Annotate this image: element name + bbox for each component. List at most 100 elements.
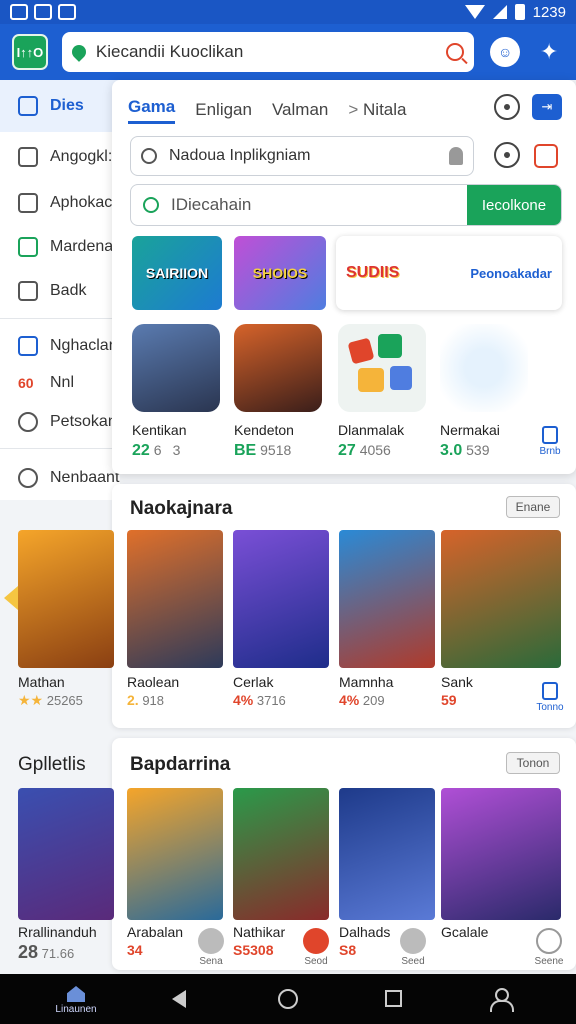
badge-count: 60: [18, 375, 34, 391]
app-logo[interactable]: I↑↑O: [12, 34, 48, 70]
chevron-right-icon: >: [348, 100, 359, 119]
game-card-image[interactable]: [127, 530, 223, 668]
game-tile-image[interactable]: [338, 324, 426, 412]
tab-nitala[interactable]: > Nitala: [348, 100, 406, 120]
block-shape: [390, 366, 412, 390]
promo-banner[interactable]: SUDIIS Peonoakadar: [336, 236, 562, 310]
game-card-image[interactable]: [18, 788, 114, 920]
panel-search-field[interactable]: IDiecahain Iecolkone: [130, 184, 562, 226]
block-shape: [378, 334, 402, 358]
search-icon[interactable]: [446, 43, 465, 61]
action-label: Sena: [199, 956, 223, 967]
section-title: Bapdarrina: [130, 754, 231, 775]
back-icon[interactable]: [172, 990, 186, 1008]
game-banner[interactable]: SHOIOS: [234, 236, 326, 310]
tab-valman[interactable]: Valman: [272, 100, 328, 120]
games-icon: [18, 237, 38, 257]
signal-icon: [492, 5, 507, 19]
app-notification-icon: [58, 4, 76, 20]
game-banner[interactable]: SAIRIION: [132, 236, 222, 310]
tab-enligan[interactable]: Enligan: [195, 100, 252, 120]
promo-logo: SUDIIS: [346, 264, 400, 281]
card-name: Gcalale: [441, 924, 489, 940]
save-action[interactable]: Tonno: [530, 682, 570, 713]
home-circle-icon[interactable]: [278, 989, 298, 1009]
apps-icon: [18, 193, 38, 213]
recents-icon[interactable]: [385, 990, 402, 1007]
game-card-image[interactable]: [339, 530, 435, 668]
promo-text: Peonoakadar: [470, 265, 552, 281]
sidebar-divider: [0, 318, 120, 319]
sidebar-item-7[interactable]: Petsokan: [18, 412, 117, 432]
download-icon[interactable]: [198, 928, 224, 954]
calendar-badge-icon[interactable]: [534, 144, 558, 168]
sidebar-item-3[interactable]: Mardena: [18, 237, 113, 257]
user-badge-icon: [449, 147, 463, 165]
help-icon: [18, 412, 38, 432]
wifi-icon: [464, 5, 485, 19]
add-icon[interactable]: [400, 928, 426, 954]
game-tile-image[interactable]: [234, 324, 322, 412]
card-meta: ★★ 25265: [18, 692, 83, 708]
home-icon: [18, 147, 38, 167]
game-card-image[interactable]: [233, 788, 329, 920]
sidebar-item-dies[interactable]: Dies: [18, 96, 84, 116]
sidebar-item-6[interactable]: 60 Nnl: [18, 374, 74, 392]
card-meta: 34: [127, 942, 143, 958]
options-icon[interactable]: [494, 94, 520, 120]
nav-home[interactable]: Linaunen: [46, 980, 106, 1015]
card-meta: S5308: [233, 942, 274, 958]
game-card-image[interactable]: [339, 788, 435, 920]
game-tile-image[interactable]: [132, 324, 220, 412]
card-meta: 28 71.66: [18, 942, 75, 962]
game-card-image[interactable]: [441, 788, 561, 920]
block-shape: [347, 337, 375, 365]
share-icon[interactable]: ⇥: [532, 94, 562, 120]
tile-name: Nermakai: [440, 422, 500, 438]
search-query[interactable]: Kiecandii Kuoclikan: [96, 42, 446, 62]
game-card-image[interactable]: [127, 788, 223, 920]
sidebar-item-2[interactable]: Aphokac: [18, 193, 112, 213]
status-bar: 1239: [0, 0, 576, 24]
clock: 1239: [532, 3, 566, 21]
save-action[interactable]: Brnb: [530, 426, 570, 457]
game-tile-image[interactable]: [440, 324, 528, 412]
info-icon: [18, 468, 38, 488]
sidebar-item-1[interactable]: Angogkl:: [18, 147, 112, 167]
see-more-button[interactable]: Tonon: [506, 752, 560, 774]
battery-icon: [514, 4, 525, 20]
game-card-image[interactable]: [233, 530, 329, 668]
notifications-icon[interactable]: ✦: [534, 37, 564, 67]
card-name: Mathan: [18, 674, 65, 690]
scroll-left-arrow-icon[interactable]: [4, 586, 18, 610]
card-meta: 59: [441, 692, 457, 708]
action-label: Seed: [401, 956, 425, 967]
card-name: Cerlak: [233, 674, 274, 690]
sidebar-item-4[interactable]: Badk: [18, 281, 86, 301]
tile-meta: 27 4056: [338, 442, 391, 459]
target-icon[interactable]: [494, 142, 520, 168]
tab-bar: Gama Enligan Valman > Nitala: [128, 90, 407, 130]
card-name: Nathikar: [233, 924, 286, 940]
tab-gama[interactable]: Gama: [128, 97, 176, 124]
account-field[interactable]: Nadoua Inplikgniam: [130, 136, 474, 176]
left-sidebar: Dies Angogkl: Aphokac Mardena Badk Nghac…: [0, 80, 127, 500]
bookmark-icon: [542, 426, 558, 444]
app-bar: I↑↑O Kiecandii Kuoclikan ☺ ✦: [0, 24, 576, 80]
app-notification-icon: [10, 4, 28, 20]
chat-icon[interactable]: ☺: [490, 37, 521, 67]
profile-icon[interactable]: [490, 988, 514, 1012]
search-submit-button[interactable]: Iecolkone: [467, 185, 561, 225]
game-card-image[interactable]: [441, 530, 561, 668]
game-card-image[interactable]: [18, 530, 114, 668]
sidebar-item-5[interactable]: Nghaclanp: [18, 336, 127, 356]
search-bar[interactable]: Kiecandii Kuoclikan: [61, 32, 475, 72]
more-icon[interactable]: [536, 928, 562, 954]
tile-meta: 3.0 539: [440, 442, 490, 459]
sidebar-item-8[interactable]: Nenbaant: [18, 468, 119, 488]
tile-name: Kentikan: [132, 422, 187, 438]
block-shape: [358, 368, 384, 392]
see-more-button[interactable]: Enane: [506, 496, 560, 518]
install-icon[interactable]: [303, 928, 329, 954]
bookmark-icon: [542, 682, 558, 700]
